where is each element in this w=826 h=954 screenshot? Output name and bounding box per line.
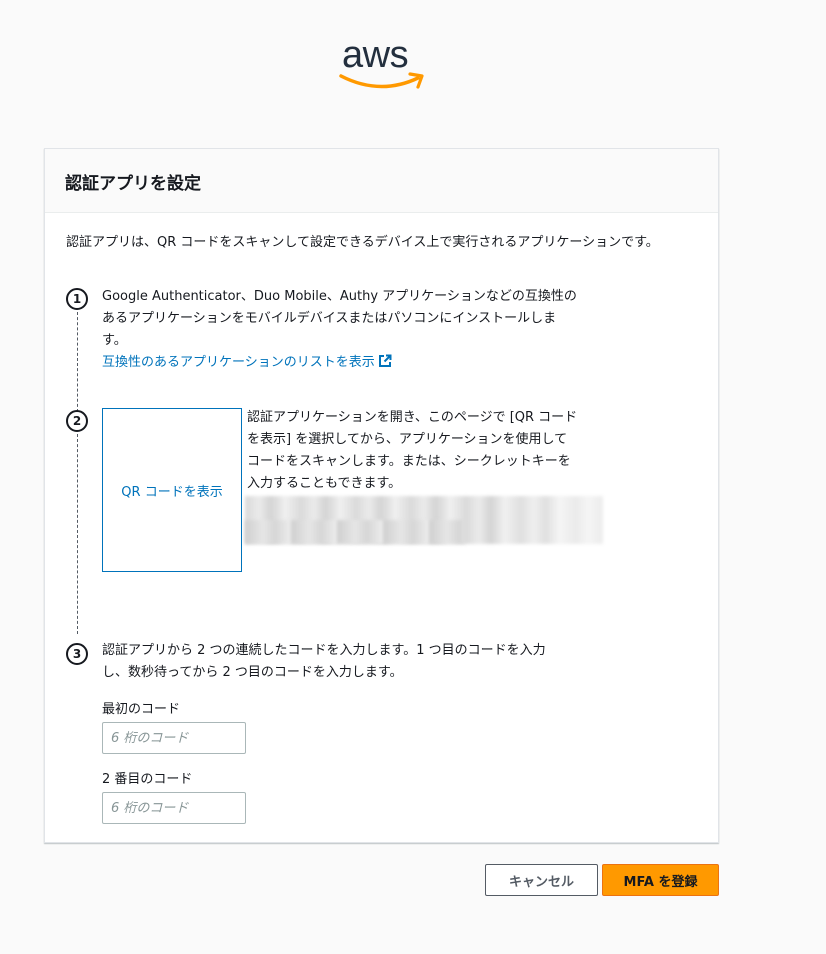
step-connector-1 [77, 312, 78, 412]
step-3-line-1: 認証アプリから 2 つの連続したコードを入力します。1 つ目のコードを入力 [102, 643, 546, 658]
second-code-input[interactable] [102, 792, 246, 824]
step-3-line-2: し、数秒待ってから 2 つ目のコードを入力します。 [102, 665, 403, 680]
show-qr-code-button[interactable]: QR コードを表示 [102, 408, 242, 572]
step-1-number: 1 [66, 288, 88, 310]
redacted-secret-key-row-2 [245, 520, 465, 544]
register-mfa-button[interactable]: MFA を登録 [602, 864, 719, 896]
second-code-label: 2 番目のコード [102, 772, 193, 787]
step-2-line-3: コードをスキャンします。または、シークレットキーを [247, 454, 571, 469]
first-code-input[interactable] [102, 722, 246, 754]
first-code-label: 最初のコード [102, 702, 181, 717]
step-3-text: 認証アプリから 2 つの連続したコードを入力します。1 つ目のコードを入力 し、… [102, 640, 622, 684]
step-connector-2 [77, 434, 78, 634]
cancel-button[interactable]: キャンセル [485, 864, 598, 896]
compatible-apps-link-label: 互換性のあるアプリケーションのリストを表示 [102, 355, 375, 370]
aws-logo: aws [338, 34, 428, 96]
step-3-number: 3 [66, 643, 88, 665]
step-2-text: 認証アプリケーションを開き、このページで [QR コード を表示] を選択してか… [247, 407, 607, 495]
aws-smile-icon [339, 72, 424, 89]
compatible-apps-link[interactable]: 互換性のあるアプリケーションのリストを表示 [102, 354, 392, 370]
step-1-line-3: す。 [102, 333, 127, 348]
step-2-line-4: 入力することもできます。 [247, 476, 402, 491]
step-1-line-1: Google Authenticator、Duo Mobile、Authy アプ… [102, 289, 577, 304]
step-2-number: 2 [66, 410, 88, 432]
card-title: 認証アプリを設定 [45, 149, 718, 213]
setup-authenticator-card: 認証アプリを設定 認証アプリは、QR コードをスキャンして設定できるデバイス上で… [44, 148, 719, 843]
step-2-line-2: を表示] を選択してから、アプリケーションを使用して [247, 432, 568, 447]
step-1-text: Google Authenticator、Duo Mobile、Authy アプ… [102, 286, 622, 374]
step-2-line-1: 認証アプリケーションを開き、このページで [QR コード [247, 410, 578, 425]
external-link-icon [378, 354, 392, 367]
step-1-line-2: あるアプリケーションをモバイルデバイスまたはパソコンにインストールしま [102, 311, 557, 326]
intro-text: 認証アプリは、QR コードをスキャンして設定できるデバイス上で実行されるアプリケ… [66, 235, 659, 250]
